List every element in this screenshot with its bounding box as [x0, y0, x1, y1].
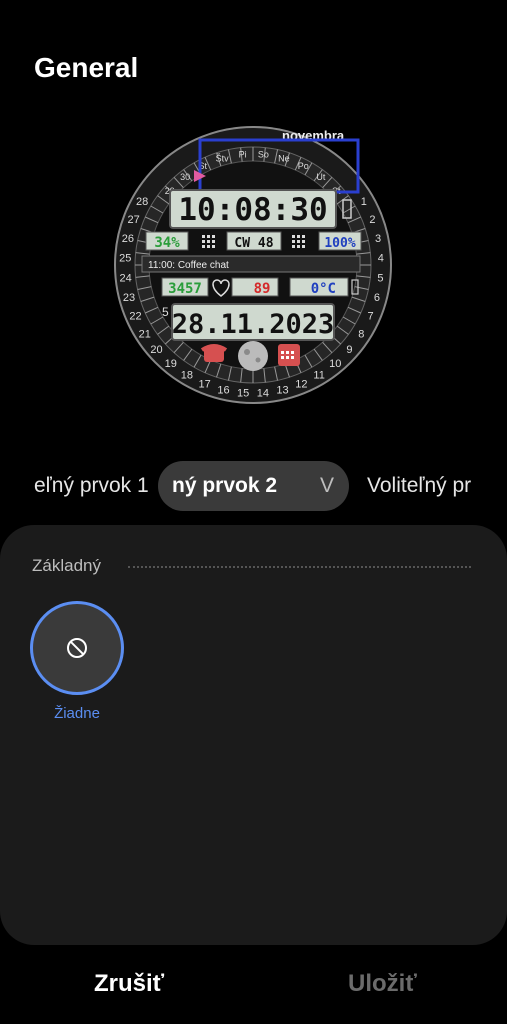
- ring-number: 26: [122, 233, 134, 245]
- tab-complication-3[interactable]: Voliteľný pr: [367, 474, 471, 498]
- moon-phase-icon: [238, 341, 268, 371]
- day-label: Štv: [216, 153, 230, 163]
- ring-number: 22: [129, 311, 141, 323]
- ring-number: 14: [257, 388, 269, 400]
- page-title: General: [34, 52, 139, 83]
- steps-count: 3457: [168, 281, 202, 297]
- save-button[interactable]: Uložiť: [348, 970, 417, 998]
- section-label: Základný: [32, 556, 101, 575]
- temperature: 0°C: [311, 281, 336, 297]
- day-label: Ut: [316, 172, 325, 182]
- ring-number: 2: [369, 214, 375, 226]
- ring-number: 4: [378, 253, 384, 265]
- ring-number: 7: [367, 311, 373, 323]
- time-display: 10:08:30: [178, 192, 327, 228]
- section-divider: [128, 566, 471, 568]
- tab-complication-1[interactable]: eľný prvok 1: [34, 474, 149, 498]
- tab-complication-2-active[interactable]: ný prvok 2 V: [158, 461, 349, 511]
- watch-face-preview: 28 27 26 25 24 23 22 21 20 19 18 17 16 15 14 13 12 11 10 9 8…: [114, 124, 392, 406]
- ring-number: 9: [346, 344, 352, 356]
- ring-number: 16: [217, 385, 229, 397]
- calendar-week: CW 48: [234, 236, 273, 251]
- ring-number: 3: [375, 233, 381, 245]
- ring-number: 18: [181, 370, 193, 382]
- ring-number: 27: [127, 214, 139, 226]
- cancel-button[interactable]: Zrušiť: [94, 970, 164, 998]
- phone-icon: [200, 344, 228, 362]
- day-label: Po: [298, 161, 309, 171]
- complication-carousel[interactable]: eľný prvok 1 ný prvok 2 V Voliteľný pr: [0, 460, 507, 512]
- ring-number: 10: [329, 358, 341, 370]
- ring-number: 11: [313, 370, 324, 382]
- ring-number: 24: [119, 272, 131, 284]
- ring-number: 6: [374, 292, 380, 304]
- prohibited-icon: [67, 638, 87, 658]
- dial-number: 5: [162, 305, 169, 319]
- ring-number: 19: [165, 358, 177, 370]
- date-display: 28.11.2023: [172, 309, 335, 340]
- active-tab-label: ný prvok 2: [172, 474, 278, 497]
- ring-number: 17: [198, 378, 210, 390]
- ring-number: 12: [295, 378, 307, 390]
- battery-right: 100%: [324, 236, 355, 251]
- ring-number: 21: [139, 328, 151, 340]
- calendar-icon: [278, 344, 300, 366]
- ring-number: 8: [358, 328, 364, 340]
- option-none[interactable]: Žiadne: [30, 601, 126, 722]
- day-label: 30: [180, 172, 190, 182]
- day-label: Ne: [278, 153, 290, 163]
- option-none-label: Žiadne: [54, 705, 100, 722]
- options-sheet: Základný Žiadne: [0, 525, 507, 945]
- event-text: 11:00: Coffee chat: [148, 260, 229, 271]
- ring-number: 20: [150, 344, 162, 356]
- day-label: Pi: [239, 149, 247, 159]
- ring-number: 23: [123, 292, 135, 304]
- option-none-button[interactable]: [30, 601, 124, 695]
- ring-number: 28: [136, 196, 148, 208]
- ring-number: 5: [377, 272, 383, 284]
- heart-rate: 89: [254, 281, 271, 297]
- ring-number: 25: [119, 253, 131, 265]
- next-tab-peek: V: [320, 474, 335, 497]
- battery-left: 34%: [154, 235, 180, 251]
- day-label: So: [258, 149, 269, 159]
- ring-number: 13: [276, 385, 288, 397]
- ring-number: 15: [237, 388, 249, 400]
- ring-number: 1: [361, 196, 367, 208]
